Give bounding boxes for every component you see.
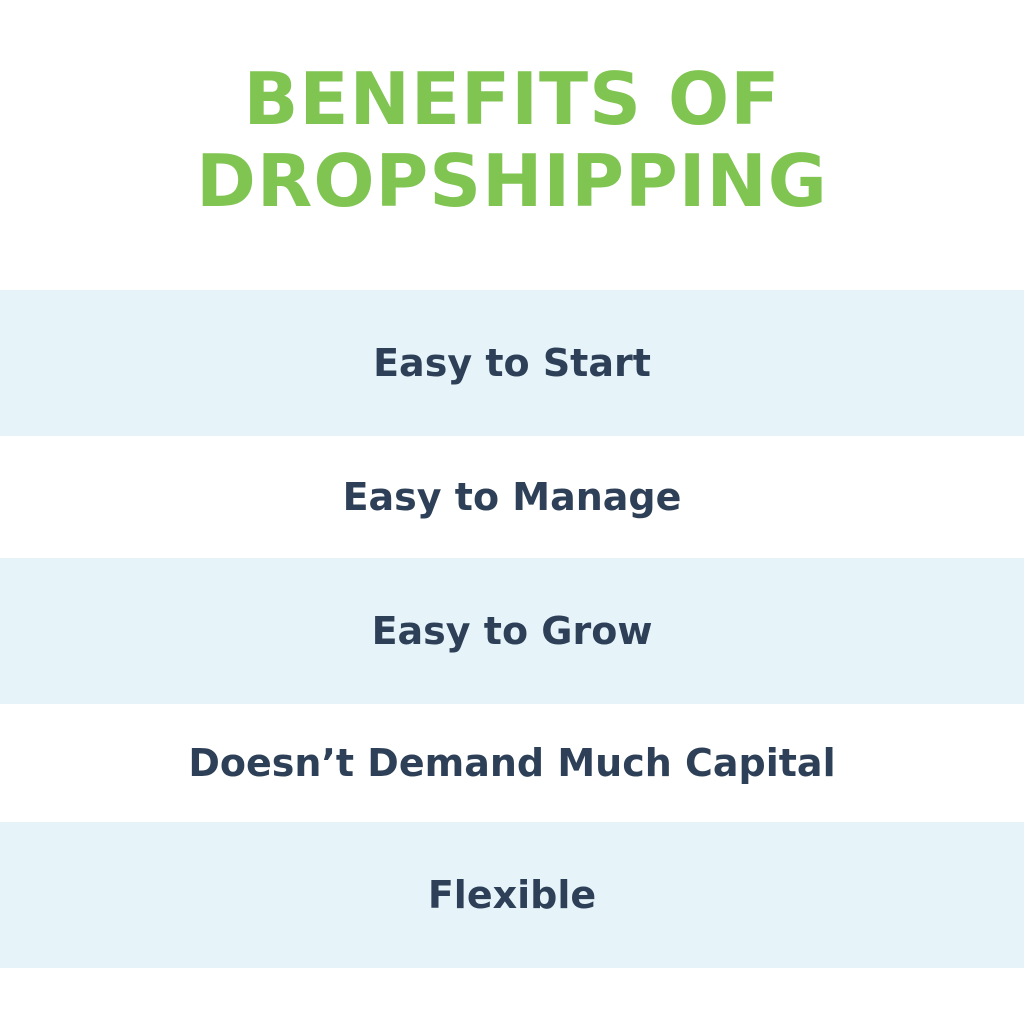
benefit-row-flexible: Flexible: [0, 822, 1024, 968]
title-line-1: BENEFITS OF: [243, 57, 781, 141]
title-line-2: DROPSHIPPING: [196, 139, 828, 223]
benefit-label: Easy to Manage: [342, 475, 682, 519]
benefit-row-easy-to-start: Easy to Start: [0, 290, 1024, 436]
benefit-label: Doesn’t Demand Much Capital: [188, 741, 836, 785]
benefit-label: Flexible: [427, 873, 597, 917]
page-title: BENEFITS OF DROPSHIPPING: [0, 58, 1024, 222]
benefit-label: Easy to Start: [373, 341, 651, 385]
benefit-label: Easy to Grow: [371, 609, 653, 653]
benefit-row-easy-to-grow: Easy to Grow: [0, 558, 1024, 704]
benefit-row-easy-to-manage: Easy to Manage: [0, 436, 1024, 558]
benefit-row-capital: Doesn’t Demand Much Capital: [0, 704, 1024, 822]
